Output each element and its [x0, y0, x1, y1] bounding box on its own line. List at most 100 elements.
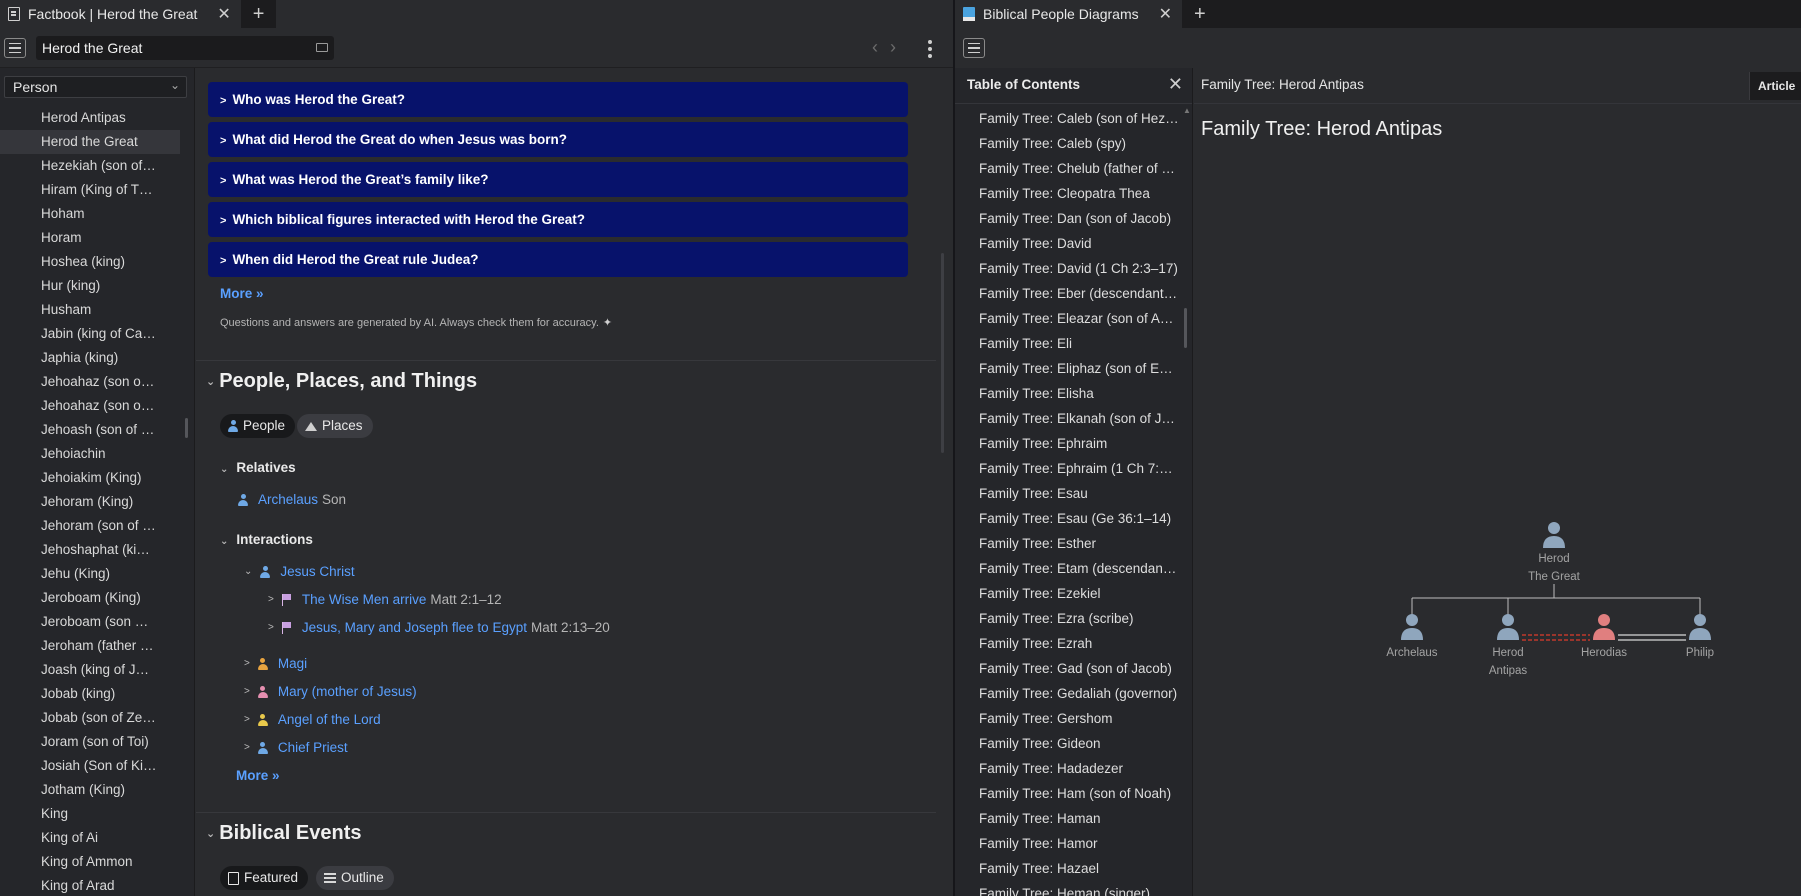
toc-item[interactable]: Family Tree: Esau (Ge 36:1–14): [955, 506, 1192, 531]
interaction-mary[interactable]: > Mary (mother of Jesus): [244, 684, 417, 699]
tab-article[interactable]: Article: [1749, 72, 1801, 100]
sidebar-person-item[interactable]: Jehoiakim (King): [0, 466, 194, 490]
toc-item[interactable]: Family Tree: Chelub (father of M…: [955, 156, 1192, 181]
toc-item[interactable]: Family Tree: Ezra (scribe): [955, 606, 1192, 631]
sidebar-person-item[interactable]: Joram (son of Toi): [0, 730, 194, 754]
toc-item[interactable]: Family Tree: Eli: [955, 331, 1192, 356]
toc-item[interactable]: Family Tree: David (1 Ch 2:3–17): [955, 256, 1192, 281]
sidebar-person-item[interactable]: Jehoahaz (son o…: [0, 370, 194, 394]
toc-item[interactable]: Family Tree: Eleazar (son of Aar…: [955, 306, 1192, 331]
question-item[interactable]: > Which biblical figures interacted with …: [208, 202, 908, 237]
sidebar-person-item[interactable]: Jabin (king of Ca…: [0, 322, 194, 346]
forward-arrow-icon[interactable]: ›: [890, 37, 896, 58]
toc-item[interactable]: Family Tree: Haman: [955, 806, 1192, 831]
section-events-header[interactable]: ⌄ Biblical Events: [206, 822, 362, 845]
question-item[interactable]: > When did Herod the Great rule Judea?: [208, 242, 908, 277]
toc-item[interactable]: Family Tree: Etam (descendant…: [955, 556, 1192, 581]
sidebar-person-item[interactable]: Japhia (king): [0, 346, 194, 370]
sidebar-person-item[interactable]: Hoshea (king): [0, 250, 194, 274]
back-arrow-icon[interactable]: ‹: [872, 37, 878, 58]
toc-item[interactable]: Family Tree: Hazael: [955, 856, 1192, 881]
toc-item[interactable]: Family Tree: Gershom: [955, 706, 1192, 731]
toc-item[interactable]: Family Tree: David: [955, 231, 1192, 256]
new-tab-button[interactable]: +: [241, 0, 277, 28]
sidebar-person-item[interactable]: Jehoahaz (son o…: [0, 394, 194, 418]
sidebar-scrollbar[interactable]: [185, 418, 188, 438]
scroll-up-icon[interactable]: ▲: [1183, 106, 1191, 115]
person-node-child[interactable]: [1593, 614, 1615, 640]
content-scrollbar[interactable]: [941, 253, 944, 453]
person-node-child[interactable]: [1689, 614, 1711, 640]
more-options-icon[interactable]: [928, 40, 932, 58]
question-item[interactable]: > Who was Herod the Great?: [208, 82, 908, 117]
sidebar-person-item[interactable]: Husham: [0, 298, 194, 322]
toc-item[interactable]: Family Tree: Hadadezer: [955, 756, 1192, 781]
interaction-priest[interactable]: > Chief Priest: [244, 740, 348, 755]
question-item[interactable]: > What did Herod the Great do when Jesus …: [208, 122, 908, 157]
interaction-jesus[interactable]: ⌄ Jesus Christ: [244, 564, 355, 579]
sidebar-person-item[interactable]: Jehoram (King): [0, 490, 194, 514]
relative-row[interactable]: Archelaus Son: [238, 492, 346, 507]
event-flee-egypt[interactable]: > Jesus, Mary and Joseph flee to Egypt Mat…: [268, 620, 610, 635]
tab-factbook[interactable]: Factbook | Herod the Great ✕: [0, 0, 241, 28]
sidebar-person-item[interactable]: Hur (king): [0, 274, 194, 298]
sidebar-person-item[interactable]: Jeroboam (son …: [0, 610, 194, 634]
more-questions-link[interactable]: More »: [220, 286, 264, 301]
toc-item[interactable]: Family Tree: Esau: [955, 481, 1192, 506]
tab-outline[interactable]: Outline: [316, 866, 394, 890]
sidebar-person-item[interactable]: Hiram (King of T…: [0, 178, 194, 202]
toc-item[interactable]: Family Tree: Gad (son of Jacob): [955, 656, 1192, 681]
sidebar-person-item[interactable]: Hoham: [0, 202, 194, 226]
new-tab-button[interactable]: +: [1182, 0, 1218, 28]
menu-icon[interactable]: [963, 38, 985, 58]
menu-icon[interactable]: [4, 38, 26, 58]
sidebar-person-item[interactable]: King of Ammon: [0, 850, 194, 874]
toc-item[interactable]: Family Tree: Caleb (son of Hezron): [955, 106, 1192, 131]
toc-item[interactable]: Family Tree: Ephraim (1 Ch 7:20…: [955, 456, 1192, 481]
person-node-child[interactable]: [1497, 614, 1519, 640]
sidebar-person-item[interactable]: Jobab (king): [0, 682, 194, 706]
tab-biblical-people-diagrams[interactable]: Biblical People Diagrams ✕: [955, 0, 1183, 28]
toc-item[interactable]: Family Tree: Cleopatra Thea: [955, 181, 1192, 206]
interaction-angel[interactable]: > Angel of the Lord: [244, 712, 381, 727]
sidebar-person-item[interactable]: Herod the Great: [0, 130, 180, 154]
sidebar-person-item[interactable]: Jehoash (son of …: [0, 418, 194, 442]
sidebar-person-item[interactable]: Joash (king of J…: [0, 658, 194, 682]
toc-item[interactable]: Family Tree: Gedaliah (governor): [955, 681, 1192, 706]
search-input[interactable]: Herod the Great: [36, 36, 334, 60]
person-node-root[interactable]: [1543, 522, 1565, 548]
event-wise-men[interactable]: > The Wise Men arrive Matt 2:1–12: [268, 592, 502, 607]
toc-item[interactable]: Family Tree: Caleb (spy): [955, 131, 1192, 156]
person-node-child[interactable]: [1401, 614, 1423, 640]
toc-item[interactable]: Family Tree: Dan (son of Jacob): [955, 206, 1192, 231]
interaction-magi[interactable]: > Magi: [244, 656, 307, 671]
sidebar-person-item[interactable]: Jehoiachin: [0, 442, 194, 466]
toc-item[interactable]: Family Tree: Elkanah (son of Joel): [955, 406, 1192, 431]
toc-item[interactable]: Family Tree: Eliphaz (son of Esau): [955, 356, 1192, 381]
tab-people[interactable]: People: [220, 414, 296, 438]
sidebar-person-item[interactable]: Jehu (King): [0, 562, 194, 586]
section-people-header[interactable]: ⌄ People, Places, and Things: [206, 370, 477, 393]
toc-item[interactable]: Family Tree: Ephraim: [955, 431, 1192, 456]
sidebar-person-item[interactable]: King of Arad: [0, 874, 194, 896]
sidebar-person-item[interactable]: Hezekiah (son of…: [0, 154, 194, 178]
tab-places[interactable]: Places: [297, 414, 373, 438]
close-tab-icon[interactable]: ✕: [1159, 4, 1172, 24]
question-item[interactable]: > What was Herod the Great’s family like?: [208, 162, 908, 197]
toc-item[interactable]: Family Tree: Hamor: [955, 831, 1192, 856]
sidebar-person-item[interactable]: Jehoram (son of …: [0, 514, 194, 538]
sidebar-person-item[interactable]: Jobab (son of Ze…: [0, 706, 194, 730]
close-tab-icon[interactable]: ✕: [217, 4, 230, 24]
sidebar-person-item[interactable]: Horam: [0, 226, 194, 250]
toc-item[interactable]: Family Tree: Ezekiel: [955, 581, 1192, 606]
sidebar-person-item[interactable]: King: [0, 802, 194, 826]
close-icon[interactable]: ✕: [1168, 74, 1183, 95]
type-select[interactable]: Person ⌄: [4, 76, 187, 98]
toc-item[interactable]: Family Tree: Ham (son of Noah): [955, 781, 1192, 806]
toc-item[interactable]: Family Tree: Eber (descendant…: [955, 281, 1192, 306]
toc-item[interactable]: Family Tree: Heman (singer): [955, 881, 1192, 896]
toc-scrollbar[interactable]: [1184, 308, 1187, 348]
keyboard-icon[interactable]: [316, 43, 328, 52]
more-people-link[interactable]: More »: [236, 768, 280, 783]
interactions-header[interactable]: ⌄ Interactions: [220, 532, 313, 547]
